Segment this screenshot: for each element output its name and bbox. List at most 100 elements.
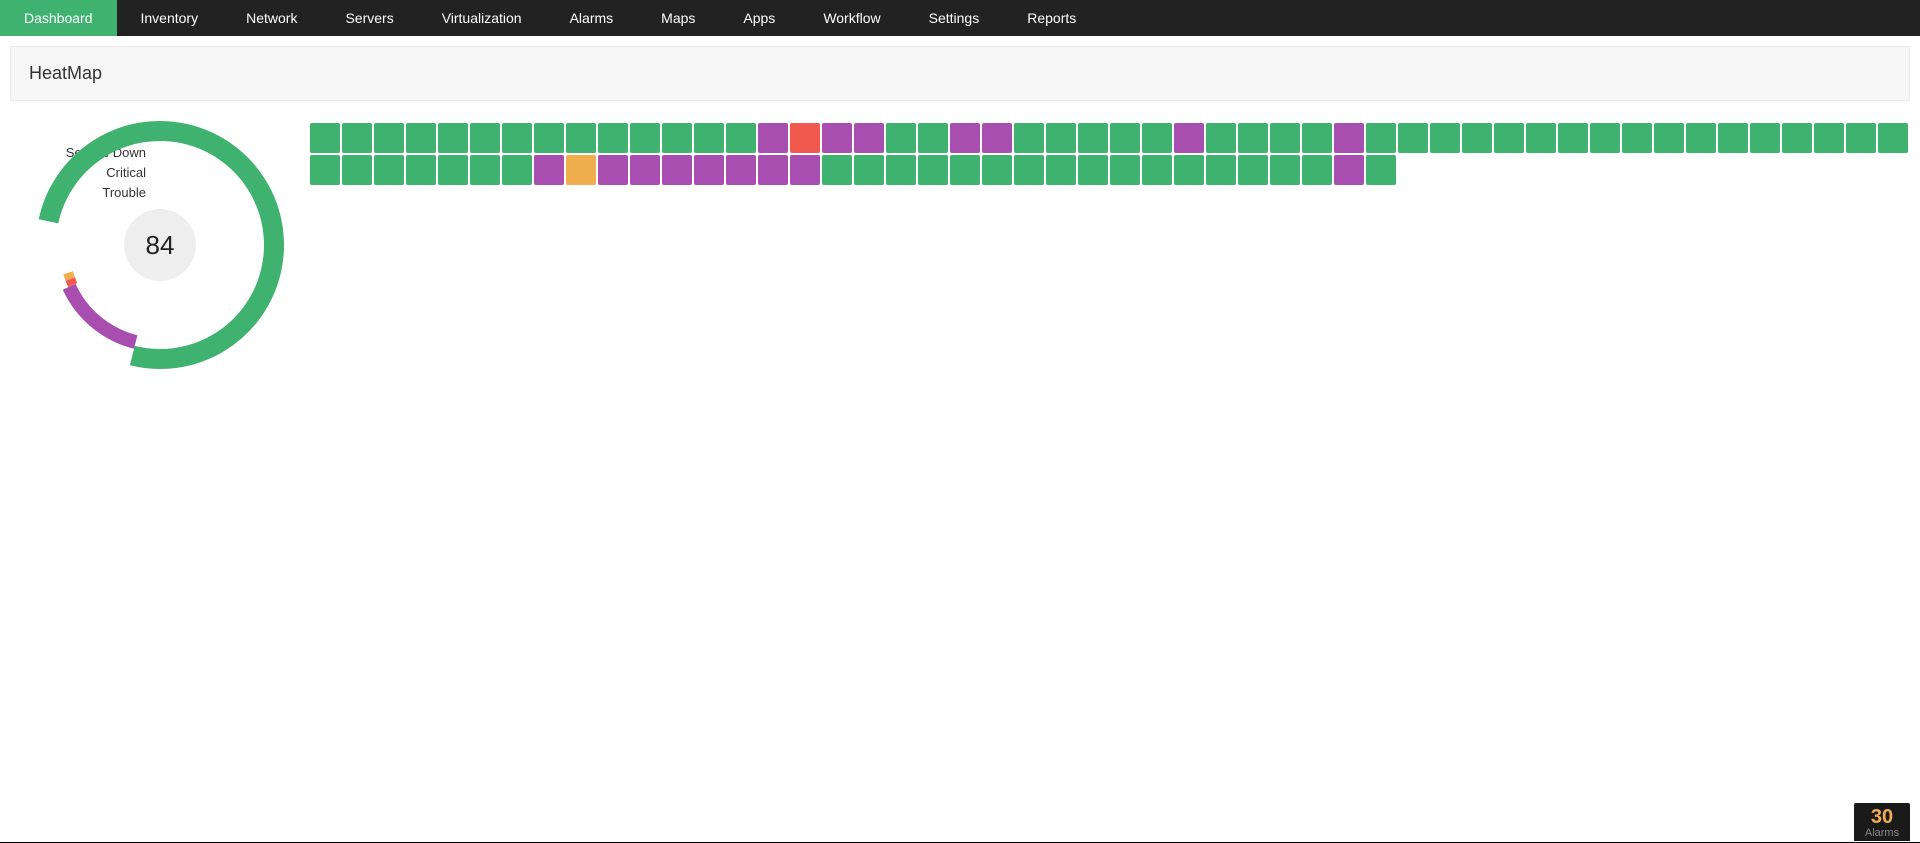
heatmap-cell[interactable]: [374, 123, 404, 153]
heatmap-cell[interactable]: [470, 155, 500, 185]
nav-item-inventory[interactable]: Inventory: [117, 0, 223, 36]
heatmap-cell[interactable]: [1718, 123, 1748, 153]
heatmap-cell[interactable]: [918, 155, 948, 185]
heatmap-cell[interactable]: [470, 123, 500, 153]
heatmap-cell[interactable]: [1782, 123, 1812, 153]
heatmap-cell[interactable]: [630, 123, 660, 153]
heatmap-cell[interactable]: [1430, 123, 1460, 153]
heatmap-cell[interactable]: [310, 155, 340, 185]
heatmap-cell[interactable]: [1014, 123, 1044, 153]
heatmap-cell[interactable]: [1270, 155, 1300, 185]
heatmap-cell[interactable]: [406, 155, 436, 185]
donut-arc-critical[interactable]: [70, 279, 73, 285]
heatmap-cell[interactable]: [694, 123, 724, 153]
heatmap-cell[interactable]: [1654, 123, 1684, 153]
heatmap-cell[interactable]: [1622, 123, 1652, 153]
heatmap-cell[interactable]: [374, 155, 404, 185]
heatmap-cell[interactable]: [1078, 123, 1108, 153]
heatmap-cell[interactable]: [438, 123, 468, 153]
heatmap-cell[interactable]: [502, 155, 532, 185]
nav-item-dashboard[interactable]: Dashboard: [0, 0, 117, 36]
heatmap-cell[interactable]: [662, 155, 692, 185]
heatmap-cell[interactable]: [1846, 123, 1876, 153]
heatmap-cell[interactable]: [534, 155, 564, 185]
heatmap-cell[interactable]: [1270, 123, 1300, 153]
heatmap-cell[interactable]: [854, 155, 884, 185]
heatmap-cell[interactable]: [822, 123, 852, 153]
heatmap-cell[interactable]: [758, 155, 788, 185]
heatmap-cell[interactable]: [1334, 123, 1364, 153]
panel-title: HeatMap: [10, 46, 1910, 101]
heatmap-cell[interactable]: [1014, 155, 1044, 185]
heatmap-cell[interactable]: [982, 155, 1012, 185]
heatmap-cell[interactable]: [406, 123, 436, 153]
nav-item-maps[interactable]: Maps: [637, 0, 719, 36]
heatmap-cell[interactable]: [950, 155, 980, 185]
heatmap-cell[interactable]: [630, 155, 660, 185]
heatmap-cell[interactable]: [566, 155, 596, 185]
heatmap-cell[interactable]: [1110, 155, 1140, 185]
heatmap-cell[interactable]: [1334, 155, 1364, 185]
heatmap-cell[interactable]: [1558, 123, 1588, 153]
heatmap-cell[interactable]: [694, 155, 724, 185]
heatmap-cell[interactable]: [598, 155, 628, 185]
donut-arc-trouble[interactable]: [68, 273, 70, 279]
heatmap-cell[interactable]: [1398, 123, 1428, 153]
nav-item-workflow[interactable]: Workflow: [799, 0, 904, 36]
heatmap-cell[interactable]: [790, 155, 820, 185]
heatmap-cell[interactable]: [1750, 123, 1780, 153]
heatmap-cell[interactable]: [918, 123, 948, 153]
heatmap-cell[interactable]: [1686, 123, 1716, 153]
heatmap-cell[interactable]: [1814, 123, 1844, 153]
heatmap-cell[interactable]: [854, 123, 884, 153]
heatmap-cell[interactable]: [1110, 123, 1140, 153]
heatmap-cell[interactable]: [1142, 155, 1172, 185]
nav-item-servers[interactable]: Servers: [321, 0, 417, 36]
heatmap-cell[interactable]: [1302, 155, 1332, 185]
heatmap-cell[interactable]: [1238, 123, 1268, 153]
heatmap-cell[interactable]: [726, 123, 756, 153]
heatmap-cell[interactable]: [598, 123, 628, 153]
heatmap-cell[interactable]: [1462, 123, 1492, 153]
heatmap-cell[interactable]: [1046, 155, 1076, 185]
heatmap-cell[interactable]: [790, 123, 820, 153]
heatmap-cell[interactable]: [950, 123, 980, 153]
heatmap-cell[interactable]: [1494, 123, 1524, 153]
heatmap-cell[interactable]: [822, 155, 852, 185]
heatmap-cell[interactable]: [1526, 123, 1556, 153]
heatmap-cell[interactable]: [1238, 155, 1268, 185]
heatmap-cell[interactable]: [1174, 155, 1204, 185]
heatmap-cell[interactable]: [1174, 123, 1204, 153]
heatmap-cell[interactable]: [1878, 123, 1908, 153]
heatmap-cell[interactable]: [502, 123, 532, 153]
heatmap-cell[interactable]: [662, 123, 692, 153]
nav-item-settings[interactable]: Settings: [905, 0, 1004, 36]
nav-item-apps[interactable]: Apps: [719, 0, 799, 36]
nav-item-network[interactable]: Network: [222, 0, 321, 36]
heatmap-cell[interactable]: [886, 123, 916, 153]
heatmap-cell[interactable]: [1206, 155, 1236, 185]
nav-item-alarms[interactable]: Alarms: [546, 0, 638, 36]
heatmap-cell[interactable]: [1078, 155, 1108, 185]
nav-item-reports[interactable]: Reports: [1003, 0, 1100, 36]
donut-arc-service-down[interactable]: [69, 287, 136, 342]
heatmap-cell[interactable]: [310, 123, 340, 153]
heatmap-cell[interactable]: [438, 155, 468, 185]
heatmap-cell[interactable]: [566, 123, 596, 153]
heatmap-cell[interactable]: [1046, 123, 1076, 153]
heatmap-cell[interactable]: [1366, 155, 1396, 185]
heatmap-cell[interactable]: [534, 123, 564, 153]
heatmap-cell[interactable]: [1590, 123, 1620, 153]
nav-item-virtualization[interactable]: Virtualization: [418, 0, 546, 36]
heatmap-cell[interactable]: [342, 155, 372, 185]
heatmap-cell[interactable]: [1142, 123, 1172, 153]
heatmap-cell[interactable]: [726, 155, 756, 185]
heatmap-cell[interactable]: [758, 123, 788, 153]
heatmap-cell[interactable]: [1302, 123, 1332, 153]
heatmap-cell[interactable]: [1366, 123, 1396, 153]
heatmap-cell[interactable]: [1206, 123, 1236, 153]
alarms-badge[interactable]: 30 Alarms: [1854, 803, 1910, 841]
heatmap-cell[interactable]: [342, 123, 372, 153]
heatmap-cell[interactable]: [982, 123, 1012, 153]
heatmap-cell[interactable]: [886, 155, 916, 185]
